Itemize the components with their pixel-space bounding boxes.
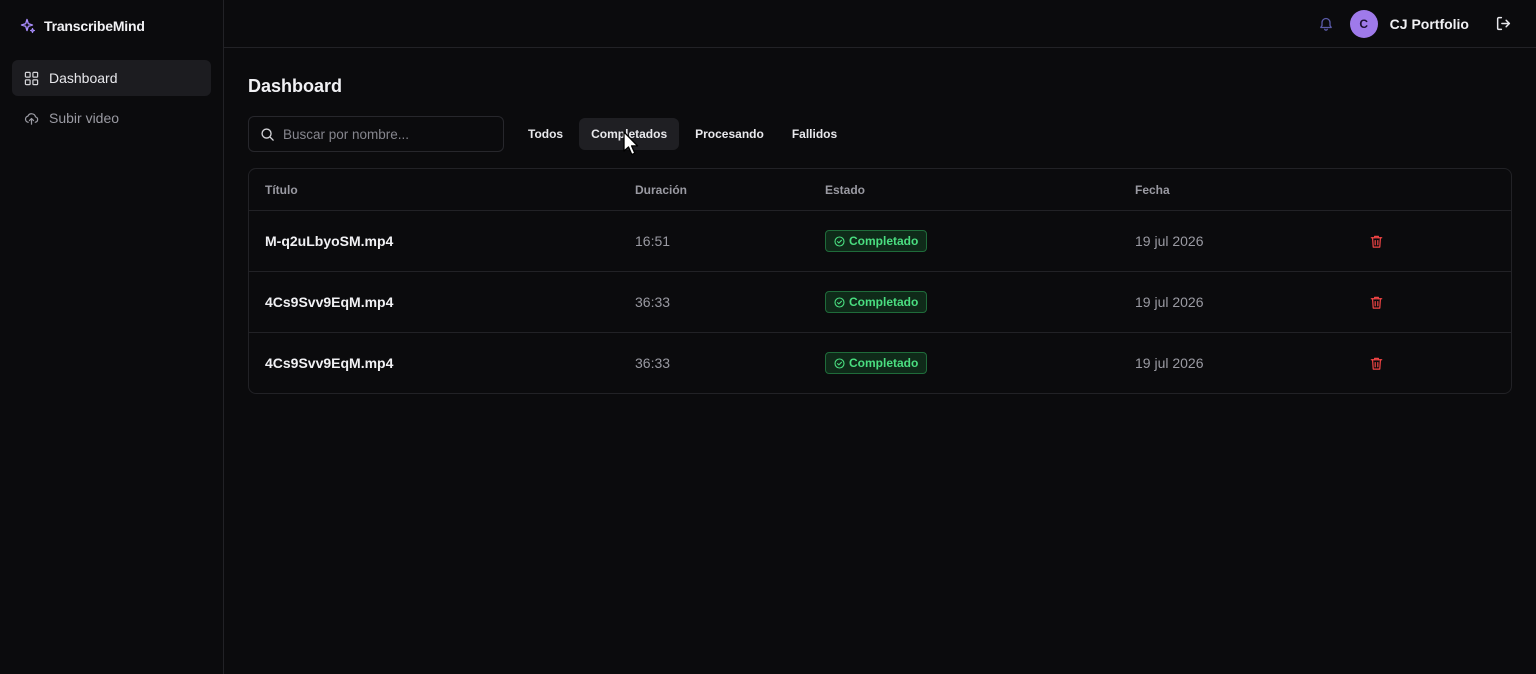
avatar[interactable]: C: [1349, 9, 1378, 38]
sidebar-item-label: Dashboard: [49, 70, 118, 86]
toolbar: Todos Completados Procesando Fallidos: [248, 116, 1512, 152]
table-row[interactable]: 4Cs9Svv9EqM.mp4 36:33 Completado 19 jul …: [249, 332, 1511, 393]
video-date: 19 jul 2026: [1135, 355, 1204, 371]
column-header-duracion[interactable]: Duración: [635, 183, 825, 197]
status-badge: Completado: [825, 291, 928, 313]
status-cell: Completado: [825, 352, 1135, 374]
app-root: TranscribeMind Dashboard Subir video C C…: [0, 0, 1536, 674]
filter-completados[interactable]: Completados: [579, 118, 680, 150]
sidebar-item-dashboard[interactable]: Dashboard: [12, 60, 211, 96]
video-date: 19 jul 2026: [1135, 294, 1204, 310]
status-filters: Todos Completados Procesando Fallidos: [516, 118, 849, 150]
video-duration: 36:33: [635, 294, 671, 310]
page-title: Dashboard: [248, 76, 343, 96]
app-name: TranscribeMind: [44, 18, 145, 34]
video-date: 19 jul 2026: [1135, 233, 1204, 249]
trash-icon[interactable]: [1369, 234, 1384, 249]
grid-icon: [24, 71, 39, 86]
video-duration: 16:51: [635, 233, 671, 249]
sidebar-nav: Dashboard Subir video: [0, 52, 223, 148]
status-label: Completado: [849, 295, 919, 309]
column-header-estado[interactable]: Estado: [825, 183, 1135, 197]
table-row[interactable]: M-q2uLbyoSM.mp4 16:51 Completado 19 jul …: [249, 210, 1511, 271]
user-name[interactable]: CJ Portfolio: [1390, 16, 1469, 32]
table-header-row: Título Duración Estado Fecha: [249, 169, 1511, 210]
bell-icon[interactable]: [1318, 16, 1334, 32]
sidebar: TranscribeMind Dashboard Subir video: [0, 0, 224, 674]
content: Dashboard Todos Completados Procesando: [224, 48, 1536, 394]
logout-icon[interactable]: [1495, 15, 1512, 32]
trash-icon[interactable]: [1369, 356, 1384, 371]
status-cell: Completado: [825, 230, 1135, 252]
search-icon: [260, 127, 275, 142]
table-row[interactable]: 4Cs9Svv9EqM.mp4 36:33 Completado 19 jul …: [249, 271, 1511, 332]
trash-icon[interactable]: [1369, 295, 1384, 310]
brand[interactable]: TranscribeMind: [0, 0, 223, 52]
check-circle-icon: [834, 296, 845, 308]
status-label: Completado: [849, 356, 919, 370]
status-badge: Completado: [825, 352, 928, 374]
video-title[interactable]: 4Cs9Svv9EqM.mp4: [265, 355, 635, 371]
video-duration: 36:33: [635, 355, 671, 371]
sidebar-item-subir-video[interactable]: Subir video: [12, 100, 211, 136]
search-box[interactable]: [248, 116, 504, 152]
sidebar-item-label: Subir video: [49, 110, 120, 126]
upload-cloud-icon: [24, 111, 39, 126]
transcriptions-table: Título Duración Estado Fecha M-q2uLbyoSM…: [248, 168, 1512, 394]
video-title[interactable]: M-q2uLbyoSM.mp4: [265, 233, 635, 249]
filter-fallidos[interactable]: Fallidos: [780, 118, 849, 150]
status-badge: Completado: [825, 230, 928, 252]
status-cell: Completado: [825, 291, 1135, 313]
filter-procesando[interactable]: Procesando: [683, 118, 776, 150]
sparkle-icon: [20, 18, 36, 34]
search-input[interactable]: [283, 126, 503, 142]
main-area: C CJ Portfolio Dashboard Buscar por nomb…: [224, 0, 1536, 674]
video-title[interactable]: 4Cs9Svv9EqM.mp4: [265, 294, 635, 310]
column-header-titulo[interactable]: Título: [265, 183, 635, 197]
filter-todos[interactable]: Todos: [516, 118, 575, 150]
status-label: Completado: [849, 234, 919, 248]
check-circle-icon: [834, 235, 845, 247]
column-header-fecha[interactable]: Fecha: [1135, 183, 1365, 197]
topbar: C CJ Portfolio: [224, 0, 1536, 48]
check-circle-icon: [834, 357, 845, 369]
